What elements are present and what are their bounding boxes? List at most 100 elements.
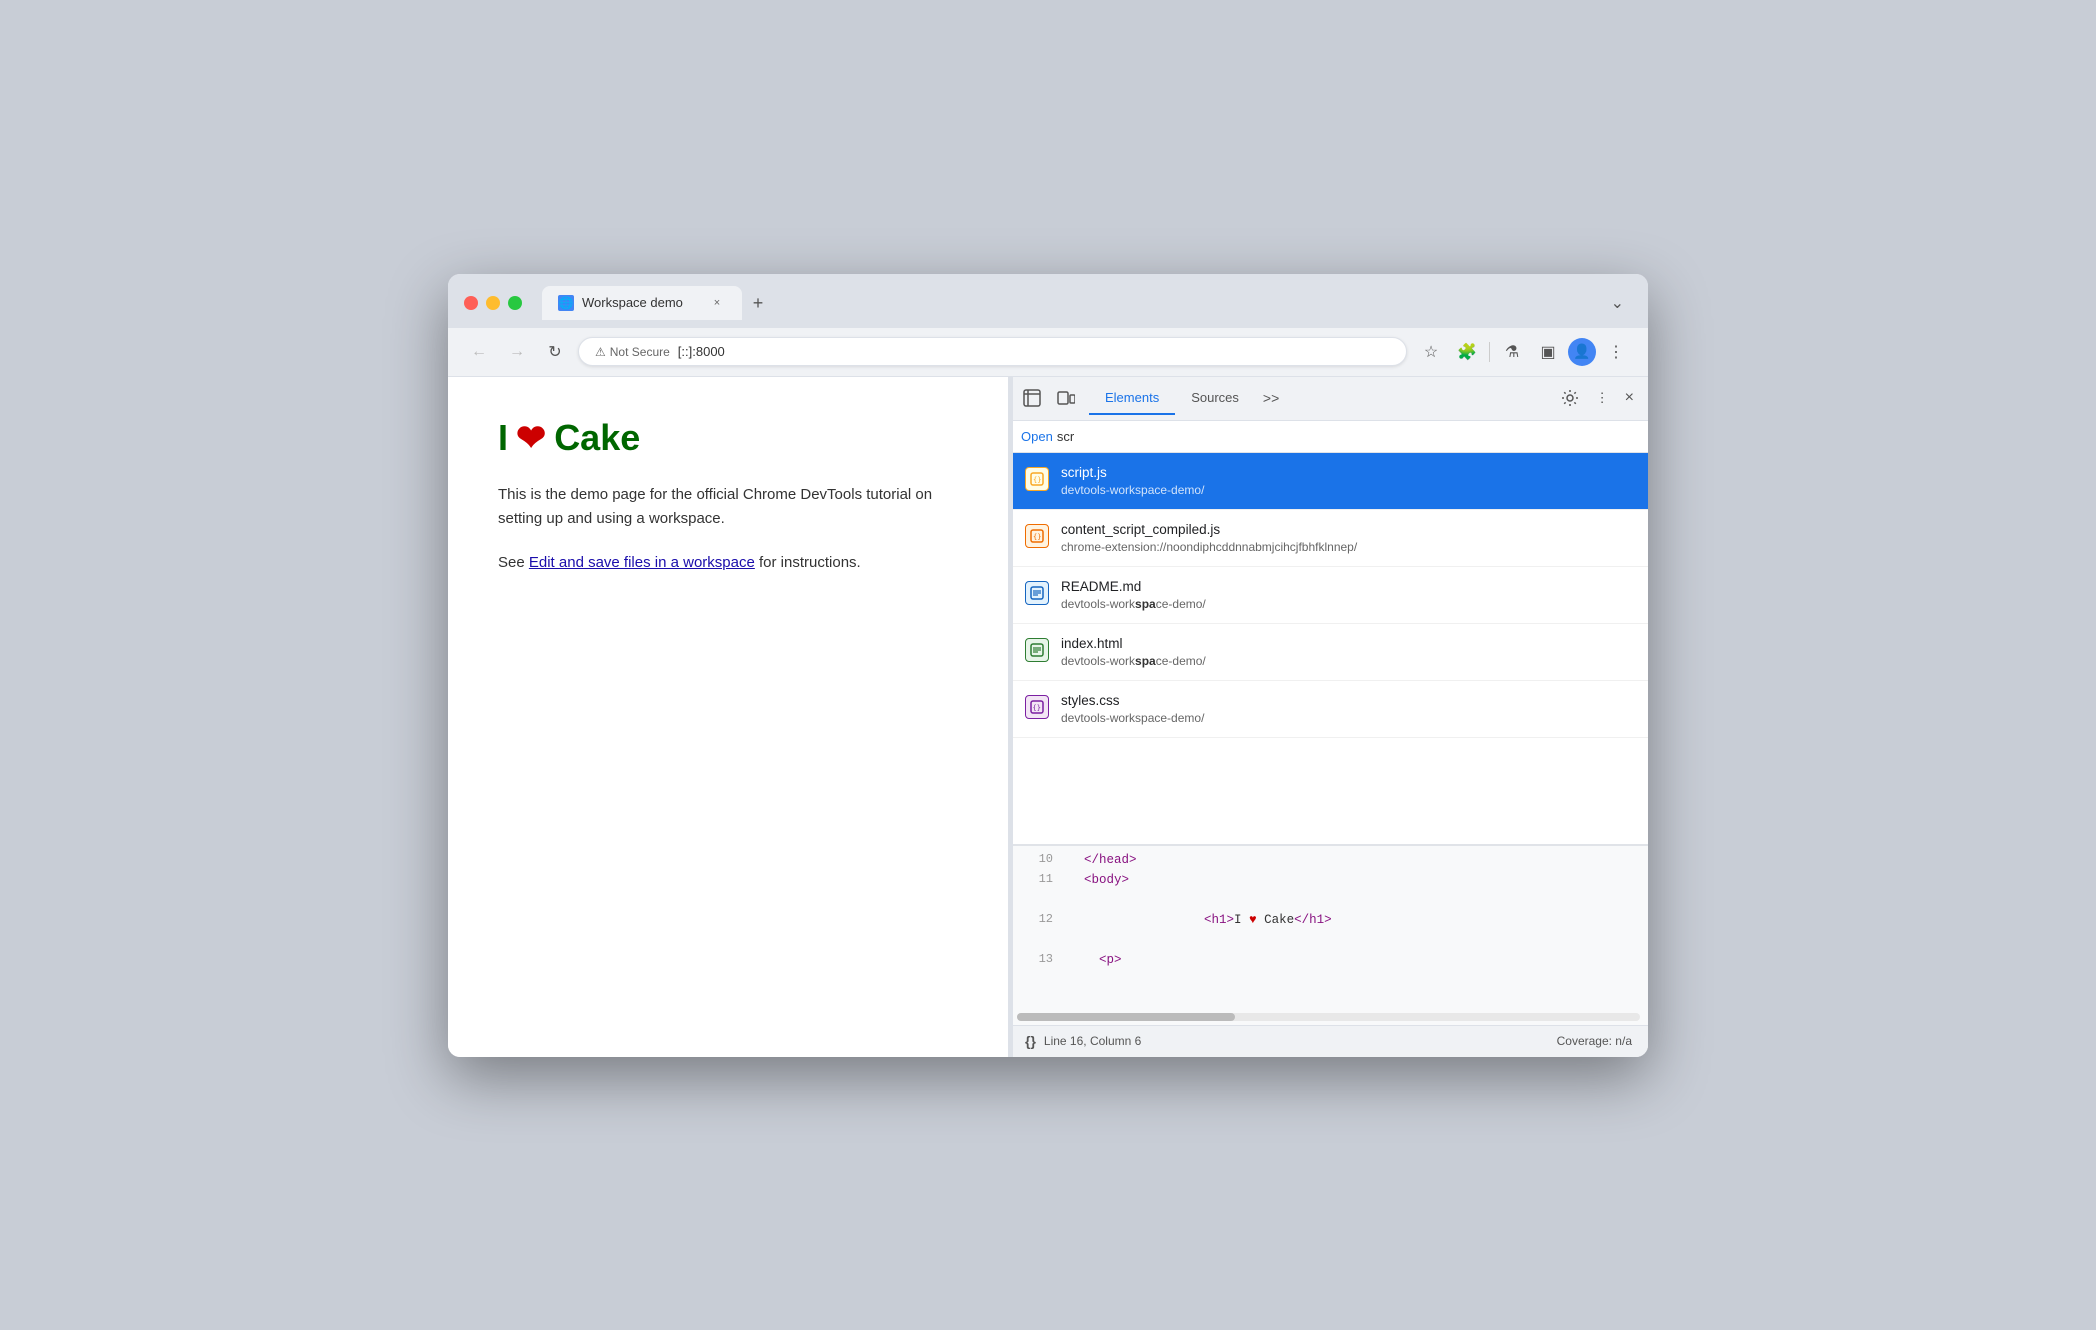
page-heading: I ❤ Cake	[498, 417, 958, 459]
device-icon	[1057, 389, 1075, 407]
new-tab-button[interactable]: +	[742, 288, 774, 320]
tab-favicon: 🌐	[558, 295, 574, 311]
file-path-index-html: devtools-workspace-demo/	[1061, 654, 1632, 668]
back-button[interactable]: ←	[464, 337, 494, 367]
devtools-settings-button[interactable]	[1555, 383, 1585, 413]
nav-bar: ← → ↻ ⚠ Not Secure [::]:8000 ☆ 🧩 ⚗ ▣ 👤 ⋮	[448, 328, 1648, 377]
file-item-index-html[interactable]: index.html devtools-workspace-demo/	[1009, 624, 1648, 681]
file-name-readme: README.md	[1061, 579, 1632, 594]
file-item-readme[interactable]: README.md devtools-workspace-demo/	[1009, 567, 1648, 624]
file-icon-ext-js: {}	[1025, 524, 1049, 548]
file-path-styles-css: devtools-workspace-demo/	[1061, 711, 1632, 725]
line-number-11: 11	[1017, 870, 1053, 889]
heading-i: I	[498, 417, 508, 459]
address-bar[interactable]: ⚠ Not Secure [::]:8000	[578, 337, 1407, 366]
file-icon-js: {}	[1025, 467, 1049, 491]
page-see-text: See Edit and save files in a workspace f…	[498, 551, 958, 575]
tab-title: Workspace demo	[582, 295, 700, 310]
devtools-toolbar: Elements Sources >> ⋮ ×	[1009, 377, 1648, 421]
code-lines[interactable]: 10 </head> 11 <body> 12 <h1>I ♥ Cake</h1…	[1009, 846, 1648, 1009]
line-content-11: <body>	[1069, 870, 1129, 890]
tab-dropdown-button[interactable]: ⌄	[1603, 289, 1632, 317]
minimize-window-button[interactable]	[486, 296, 500, 310]
nav-divider	[1489, 342, 1490, 362]
nav-actions: ☆ 🧩 ⚗ ▣ 👤 ⋮	[1415, 336, 1632, 368]
file-icon-md	[1025, 581, 1049, 605]
file-info-index-html: index.html devtools-workspace-demo/	[1061, 636, 1632, 668]
reload-button[interactable]: ↻	[540, 337, 570, 367]
line-content-13: <p>	[1069, 950, 1122, 970]
device-toggle-button[interactable]	[1051, 383, 1081, 413]
file-item-content-script[interactable]: {} content_script_compiled.js chrome-ext…	[1009, 510, 1648, 567]
devtools-panel: Elements Sources >> ⋮ ×	[1008, 377, 1648, 1057]
devtools-more-options-button[interactable]: ⋮	[1589, 384, 1614, 412]
file-name-content-script: content_script_compiled.js	[1061, 522, 1632, 537]
path-highlight-index: spa	[1135, 654, 1156, 668]
code-line-11: 11 <body>	[1009, 870, 1648, 890]
devtools-more-icon: ⋮	[1595, 390, 1608, 406]
file-info-script-js: script.js devtools-workspace-demo/	[1061, 465, 1632, 497]
extensions-button[interactable]: 🧩	[1451, 336, 1483, 368]
file-item-script-js[interactable]: {} script.js devtools-workspace-demo/	[1009, 453, 1648, 510]
main-content: I ❤ Cake This is the demo page for the o…	[448, 377, 1648, 1057]
inspect-icon	[1023, 389, 1041, 407]
devtools-actions: ⋮ ×	[1555, 383, 1640, 413]
file-name-script-js: script.js	[1061, 465, 1632, 480]
sidebar-toggle-button[interactable]: ▣	[1532, 336, 1564, 368]
tab-close-button[interactable]: ×	[708, 294, 726, 312]
browser-window: 🌐 Workspace demo × + ⌄ ← → ↻ ⚠ Not Secur…	[448, 274, 1648, 1057]
title-bar-top: 🌐 Workspace demo × + ⌄	[464, 286, 1632, 320]
heading-cake: Cake	[554, 417, 640, 459]
devtools-close-icon: ×	[1625, 389, 1634, 407]
file-path-readme: devtools-workspace-demo/	[1061, 597, 1632, 611]
heading-heart: ❤	[516, 417, 546, 459]
web-page: I ❤ Cake This is the demo page for the o…	[448, 377, 1008, 1057]
tab-sources[interactable]: Sources	[1175, 382, 1255, 415]
file-name-index-html: index.html	[1061, 636, 1632, 651]
file-icon-css: {}	[1025, 695, 1049, 719]
window-controls	[464, 296, 522, 310]
file-item-styles-css[interactable]: {} styles.css devtools-workspace-demo/	[1009, 681, 1648, 738]
svg-text:{}: {}	[1033, 533, 1041, 541]
open-file-container: Open	[1009, 421, 1648, 453]
workspace-link[interactable]: Edit and save files in a workspace	[529, 554, 755, 571]
line-content-10: </head>	[1069, 850, 1137, 870]
code-line-13: 13 <p>	[1009, 950, 1648, 970]
inspect-element-button[interactable]	[1017, 383, 1047, 413]
line-content-12: <h1>I ♥ Cake</h1>	[1069, 890, 1332, 950]
close-window-button[interactable]	[464, 296, 478, 310]
svg-text:{}: {}	[1033, 704, 1041, 712]
file-list: {} script.js devtools-workspace-demo/ {}	[1009, 453, 1648, 845]
status-left: {} Line 16, Column 6	[1025, 1033, 1141, 1049]
code-line-10: 10 </head>	[1009, 850, 1648, 870]
devtools-status-bar: {} Line 16, Column 6 Coverage: n/a	[1009, 1025, 1648, 1057]
file-path-script-js: devtools-workspace-demo/	[1061, 483, 1632, 497]
file-path-content-script: chrome-extension://noondiphcddnnabmjcihc…	[1061, 540, 1632, 554]
code-scrollbar-track[interactable]	[1017, 1013, 1640, 1021]
status-coverage: Coverage: n/a	[1557, 1034, 1632, 1048]
devtools-code-area: 10 </head> 11 <body> 12 <h1>I ♥ Cake</h1…	[1009, 845, 1648, 1025]
open-file-input[interactable]	[1057, 429, 1636, 444]
maximize-window-button[interactable]	[508, 296, 522, 310]
bookmark-button[interactable]: ☆	[1415, 336, 1447, 368]
css-file-icon: {}	[1030, 700, 1044, 714]
path-highlight-readme: spa	[1135, 597, 1156, 611]
title-bar: 🌐 Workspace demo × + ⌄	[448, 274, 1648, 328]
devtools-tabs: Elements Sources >>	[1089, 382, 1551, 415]
js-file-icon: {}	[1030, 472, 1044, 486]
ext-js-file-icon: {}	[1030, 529, 1044, 543]
lab-button[interactable]: ⚗	[1496, 336, 1528, 368]
active-tab[interactable]: 🌐 Workspace demo ×	[542, 286, 742, 320]
page-description: This is the demo page for the official C…	[498, 483, 958, 531]
devtools-close-button[interactable]: ×	[1619, 383, 1640, 413]
tab-elements[interactable]: Elements	[1089, 382, 1175, 415]
html-file-icon	[1030, 643, 1044, 657]
devtools-drag-handle[interactable]	[1009, 377, 1013, 1057]
profile-button[interactable]: 👤	[1568, 338, 1596, 366]
code-scrollbar-thumb[interactable]	[1017, 1013, 1235, 1021]
tab-bar: 🌐 Workspace demo × +	[542, 286, 1591, 320]
more-options-button[interactable]: ⋮	[1600, 336, 1632, 368]
devtools-more-tabs[interactable]: >>	[1255, 386, 1287, 410]
forward-button[interactable]: →	[502, 337, 532, 367]
line-number-12: 12	[1017, 910, 1053, 929]
